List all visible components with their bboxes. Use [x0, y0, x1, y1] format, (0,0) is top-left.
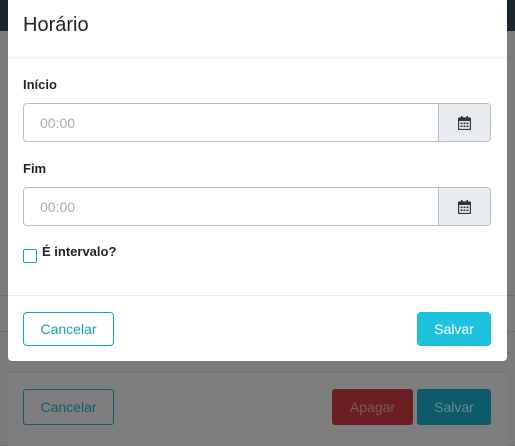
end-time-input[interactable] — [24, 188, 438, 225]
end-time-label: Fim — [23, 161, 47, 176]
calendar-icon — [458, 115, 471, 130]
modal-header: Horário — [8, 0, 507, 58]
background-delete-button: Apagar — [332, 389, 413, 425]
modal-title: Horário — [23, 14, 89, 36]
background-cancel-button: Cancelar — [23, 389, 114, 425]
end-time-group — [23, 187, 491, 226]
start-time-picker-button[interactable] — [438, 104, 490, 141]
break-checkbox-label[interactable]: É intervalo? — [42, 244, 116, 259]
modal-footer: Cancelar Salvar — [8, 295, 507, 361]
background-save-button: Salvar — [417, 389, 491, 425]
end-time-picker-button[interactable] — [438, 188, 490, 225]
calendar-icon — [458, 199, 471, 214]
save-button[interactable]: Salvar — [417, 312, 491, 346]
start-time-input[interactable] — [24, 104, 438, 141]
break-checkbox[interactable] — [23, 249, 37, 263]
break-checkbox-row: É intervalo? — [23, 244, 116, 263]
cancel-button[interactable]: Cancelar — [23, 312, 114, 346]
start-time-label: Início — [23, 77, 57, 92]
start-time-group — [23, 103, 491, 142]
schedule-modal: Horário Início Fim — [8, 0, 507, 361]
